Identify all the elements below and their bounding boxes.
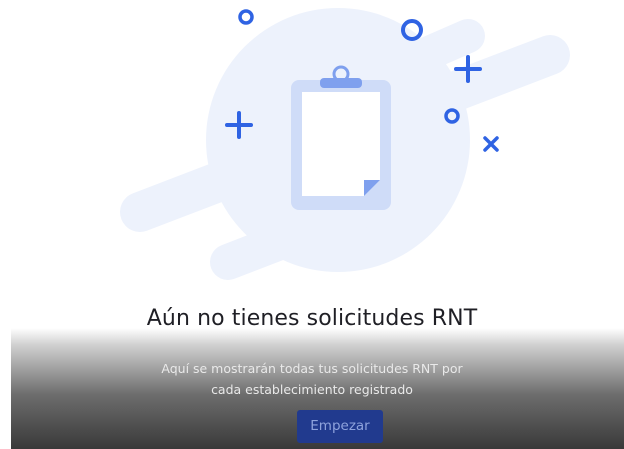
start-button[interactable]: Empezar — [297, 410, 383, 443]
cross-icon — [483, 136, 499, 152]
empty-state-description: Aquí se mostrarán todas tus solicitudes … — [161, 361, 463, 397]
empty-state-illustration — [120, 8, 570, 280]
ring-icon — [238, 9, 254, 25]
clipboard-icon — [291, 65, 391, 210]
empty-state-screen: Aún no tienes solicitudes RNT Aquí se mo… — [0, 0, 624, 449]
